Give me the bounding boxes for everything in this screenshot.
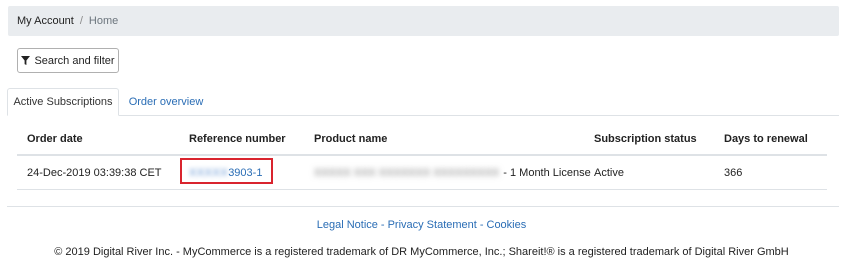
- subscription-status-cell: Active: [594, 166, 624, 179]
- product-name-cell: XXXXX XXX XXXXXXX XXXXXXXXX - 1 Month Li…: [314, 156, 591, 189]
- header-days-to-renewal: Days to renewal: [724, 133, 808, 145]
- product-suffix: - 1 Month License: [503, 166, 591, 179]
- subscriptions-table: Order date Reference number Product name…: [17, 124, 827, 190]
- days-to-renewal-cell: 366: [724, 166, 743, 179]
- header-subscription-status: Subscription status: [594, 133, 697, 145]
- footer-links: Legal Notice - Privacy Statement - Cookies: [0, 219, 843, 231]
- footer-divider: [7, 206, 839, 207]
- filter-icon: [21, 56, 31, 65]
- footer-separator: -: [380, 219, 385, 231]
- breadcrumb-current: Home: [88, 15, 119, 27]
- cookies-link[interactable]: Cookies: [487, 219, 527, 231]
- breadcrumb-separator: /: [79, 15, 83, 27]
- table-row: 24-Dec-2019 03:39:38 CET XXXXX3903-1 XXX…: [17, 156, 827, 190]
- legal-notice-link[interactable]: Legal Notice: [317, 219, 378, 231]
- search-and-filter-label: Search and filter: [34, 54, 115, 67]
- order-date-cell: 24-Dec-2019 03:39:38 CET: [27, 166, 162, 179]
- footer-separator: -: [479, 219, 484, 231]
- tab-order-overview[interactable]: Order overview: [125, 88, 207, 116]
- product-redacted: XXXXX XXX XXXXXXX XXXXXXXXX: [314, 166, 500, 179]
- reference-highlight-box: [180, 158, 273, 184]
- tab-bar: Active Subscriptions Order overview: [7, 88, 839, 116]
- search-and-filter-button[interactable]: Search and filter: [17, 48, 119, 73]
- privacy-statement-link[interactable]: Privacy Statement: [388, 219, 477, 231]
- tab-active-subscriptions[interactable]: Active Subscriptions: [7, 88, 119, 116]
- breadcrumb: My Account / Home: [8, 6, 839, 36]
- copyright-text: © 2019 Digital River Inc. - MyCommerce i…: [54, 246, 789, 258]
- header-order-date: Order date: [27, 133, 83, 145]
- breadcrumb-my-account[interactable]: My Account: [17, 15, 74, 27]
- header-product-name: Product name: [314, 133, 388, 145]
- table-header-row: Order date Reference number Product name…: [17, 124, 827, 156]
- header-reference-number: Reference number: [189, 133, 286, 145]
